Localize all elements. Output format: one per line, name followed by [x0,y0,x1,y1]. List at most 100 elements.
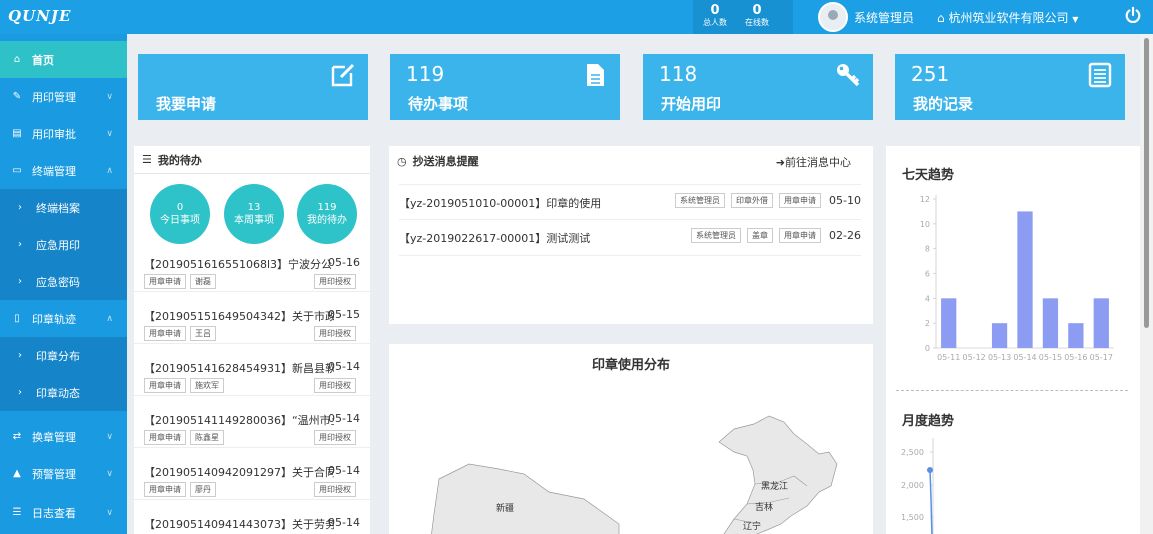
clock-icon: ◷ [397,154,407,168]
tag: 系统管理员 [691,228,742,243]
today-items-circle[interactable]: 0 今日事项 [150,184,210,244]
bar[interactable] [1017,211,1033,348]
card-apply[interactable]: 我要申请 [138,54,368,120]
chevron-right-icon: › [18,350,22,361]
todo-item[interactable]: 【201905141149280036】“温州市土 05-14 用章申请 陈鑫星 … [134,408,370,448]
todo-item-title[interactable]: 【2019051616551068l3】宁波分公 [144,256,334,272]
tag: 廖丹 [190,482,216,497]
monthly-line-chart[interactable]: 2,500 2,000 1,500 [886,438,1140,534]
home-icon: ⌂ [13,54,21,65]
sidebar-item-emergency-seal[interactable]: › 应急用印 [0,226,127,263]
main-content: 我要申请 119 待办事项 118 开始用印 251 我的记录 ☰ 我的待办 0… [127,34,1140,534]
seven-day-bar-chart[interactable]: 0 2 4 6 8 10 12 05-11 05-12 05-13 05-14 05-15 05-16 0… [886,191,1140,391]
online-users-label: 在线数 [745,18,769,27]
company-dropdown[interactable]: ⌂ 杭州筑业软件有限公司 ▼ [937,9,1078,26]
map-icon: ▯ [14,313,20,324]
x-tick-label: 05-11 [937,353,960,362]
online-users-value: 0 [752,3,762,18]
sidebar-item-seal-approval[interactable]: ▤ 用印审批 ∨ [0,115,127,152]
sidebar-item-label: 日志查看 [32,506,76,520]
sidebar-item-label: 应急密码 [36,275,80,289]
sidebar-item-emergency-password[interactable]: › 应急密码 [0,263,127,300]
card-todo[interactable]: 119 待办事项 [390,54,620,120]
sidebar-item-label: 用印审批 [32,127,76,141]
chevron-down-icon: ∨ [106,128,113,139]
avatar[interactable] [818,2,848,32]
week-items-circle[interactable]: 13 本周事项 [224,184,284,244]
message-title[interactable]: 【yz-2019051010-00001】印章的使用 [399,195,601,211]
message-title[interactable]: 【yz-2019022617-00001】测试测试 [399,230,590,246]
list-icon: ☰ [142,153,152,166]
sidebar-item-seal-dynamics[interactable]: › 印章动态 [0,374,127,411]
scrollbar-thumb[interactable] [1144,38,1149,328]
sidebar-item-alert[interactable]: ▲ 预警管理 ∨ [0,455,127,492]
chevron-right-icon: › [18,239,22,250]
sidebar-item-terminal-archive[interactable]: › 终端档案 [0,189,127,226]
app-logo[interactable]: QUNJE [8,7,71,25]
sidebar-item-terminal[interactable]: ▭ 终端管理 ∧ [0,152,127,189]
authorize-button[interactable]: 用印授权 [314,378,356,393]
todo-item[interactable]: 【2019051516495043​42】关于市政 05-15 用章申请 王吕 用… [134,304,370,344]
tag: 系统管理员 [675,193,726,208]
card-number: 119 [406,62,445,86]
tag: 用章申请 [779,228,822,243]
x-tick-label: 05-12 [963,353,986,362]
power-icon[interactable] [1124,6,1142,24]
scrollbar[interactable] [1140,34,1153,534]
sidebar-item-log[interactable]: ☰ 日志查看 ∨ [0,494,127,531]
card-records[interactable]: 251 我的记录 [895,54,1125,120]
card-label: 我的记录 [913,95,974,113]
authorize-button[interactable]: 用印授权 [314,430,356,445]
map-label-heilongjiang: 黑龙江 [761,480,788,492]
key-icon [837,64,860,87]
tag: 印章外借 [731,193,774,208]
bar[interactable] [1068,323,1084,348]
todo-item[interactable]: 【201905141628454931】新昌县软 05-14 用章申请 施欢军 用… [134,356,370,396]
sidebar-item-seal-change[interactable]: ⇄ 换章管理 ∨ [0,418,127,455]
document-icon: ▤ [12,128,22,139]
sidebar-item-home[interactable]: ⌂ 首页 [0,41,127,78]
todo-panel-title: 我的待办 [157,153,202,167]
message-center-link[interactable]: ➜前往消息中心 [776,154,851,170]
message-item[interactable]: 【yz-2019051010-00001】印章的使用 系统管理员 印章外借 用章… [399,184,861,220]
todo-item[interactable]: 【201905140942091297】关于合同 05-14 用章申请 廖丹 用印… [134,460,370,500]
bar[interactable] [991,323,1008,348]
bar[interactable] [1042,298,1059,348]
card-start-seal[interactable]: 118 开始用印 [643,54,873,120]
todo-item-title[interactable]: 【201905140942091297】关于合同 [144,464,334,480]
bell-icon: ▲ [13,468,21,479]
x-tick-label: 05-15 [1039,353,1062,362]
card-label: 待办事项 [408,95,469,113]
tag: 用章申请 [144,482,186,497]
todo-item[interactable]: 【201905140941443073】关于劳务 05-14 [134,512,370,534]
sidebar-item-seal-track[interactable]: ▯ 印章轨迹 ∧ [0,300,127,337]
authorize-button[interactable]: 用印授权 [314,482,356,497]
y-tick-label: 10 [920,220,930,229]
todo-item-title[interactable]: 【2019051516495043​42】关于市政 [144,308,334,324]
map-label-jilin: 吉林 [755,501,773,513]
sidebar-item-label: 印章轨迹 [32,312,76,326]
bar[interactable] [941,298,957,348]
month-point[interactable] [927,467,933,473]
total-users-label: 总人数 [703,18,727,27]
todo-item-title[interactable]: 【201905141149280036】“温州市土 [144,412,334,428]
month-tick: 2,500 [901,448,924,457]
todo-item-date: 05-15 [328,308,360,321]
todo-item-title[interactable]: 【201905141628454931】新昌县软 [144,360,334,376]
todo-item[interactable]: 【2019051616551068l3】宁波分公 05-16 用章申请 谢磊 用印… [134,252,370,292]
china-map[interactable]: 新疆 黑龙江 吉林 辽宁 [389,374,873,534]
chevron-up-icon: ∧ [106,165,113,176]
bar[interactable] [1093,298,1109,348]
tag: 用章申请 [779,193,822,208]
user-name[interactable]: 系统管理员 [854,9,914,26]
authorize-button[interactable]: 用印授权 [314,326,356,341]
message-item[interactable]: 【yz-2019022617-00001】测试测试 系统管理员 盖章 用章申请 … [399,220,861,256]
y-tick-label: 6 [925,270,930,279]
authorize-button[interactable]: 用印授权 [314,274,356,289]
sidebar-item-seal-distribution[interactable]: › 印章分布 [0,337,127,374]
my-todo-circle[interactable]: 119 我的待办 [297,184,357,244]
todo-item-title[interactable]: 【201905140941443073】关于劳务 [144,516,334,532]
tag: 用章申请 [144,326,186,341]
sidebar-item-seal-manage[interactable]: ✎ 用印管理 ∨ [0,78,127,115]
map-panel: 印章使用分布 新疆 黑龙江 吉林 辽宁 [389,344,873,534]
